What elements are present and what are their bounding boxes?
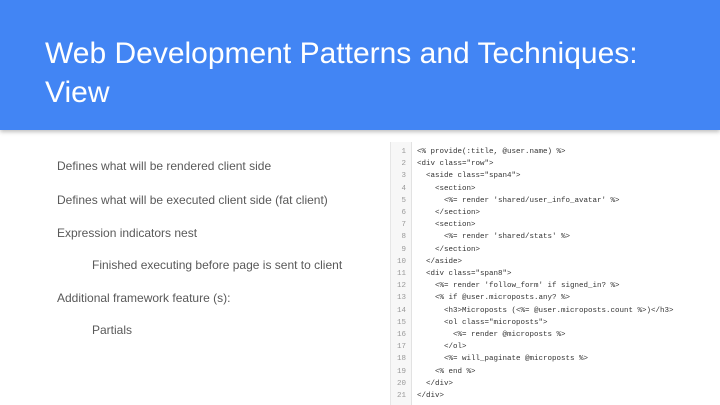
line-number: 17 <box>396 343 406 352</box>
code-line: 3 <aside class="span4"> <box>391 170 720 183</box>
code-line: 17 </ol> <box>391 341 720 354</box>
code-text: <%= render 'shared/user_info_avatar' %> <box>417 196 620 205</box>
line-number: 12 <box>396 282 406 291</box>
code-line: 2 <div class="row"> <box>391 158 720 171</box>
code-line: 4 <section> <box>391 183 720 196</box>
code-text: </aside> <box>417 257 463 266</box>
code-line: 20 </div> <box>391 378 720 391</box>
line-number: 11 <box>396 270 406 278</box>
code-screenshot: 1 <% provide(:title, @user.name) %> 2 <div … <box>390 142 720 405</box>
code-line: 5 <%= render 'shared/user_info_avatar' %… <box>391 195 720 208</box>
line-number: 21 <box>396 392 406 400</box>
code-line: 18 <%= will_paginate @microposts %> <box>391 353 720 366</box>
code-line: 1 <% provide(:title, @user.name) %> <box>391 146 720 159</box>
code-line: 15 <ol class="microposts"> <box>391 317 720 330</box>
line-number: 1 <box>401 148 406 156</box>
slide-title-line-2: View <box>45 76 110 109</box>
line-number: 6 <box>401 209 406 217</box>
line-number: 20 <box>396 379 406 388</box>
line-number: 15 <box>396 318 406 327</box>
line-number: 3 <box>401 172 406 181</box>
code-line: 13 <% if @user.microposts.any? %> <box>391 292 720 305</box>
bullet-item: Defines what will be executed client sid… <box>57 193 328 207</box>
line-number: 5 <box>401 196 406 205</box>
code-line: 16 <%= render @microposts %> <box>391 329 720 342</box>
code-text: </div> <box>417 392 445 400</box>
code-text: <% provide(:title, @user.name) %> <box>417 148 566 156</box>
line-number: 19 <box>396 367 406 376</box>
code-line: 12 <%= render 'follow_form' if signed_in… <box>391 280 720 293</box>
code-text: <ol class="microposts"> <box>417 318 548 327</box>
sub-bullet-item: Partials <box>92 323 133 337</box>
line-number: 9 <box>401 245 406 254</box>
code-line: 11 <div class="span8"> <box>391 268 720 281</box>
title-bar: Web Development Patterns and Techniques:… <box>0 0 720 130</box>
line-number: 2 <box>401 160 406 169</box>
line-number: 16 <box>396 331 406 339</box>
code-text: <div class="row"> <box>417 160 494 169</box>
bullet-item: Expression indicators nest <box>57 226 198 240</box>
code-text: <%= render @microposts %> <box>417 331 566 339</box>
line-number: 8 <box>401 233 406 242</box>
line-number: 4 <box>401 184 406 193</box>
code-line: 6 </section> <box>391 207 720 220</box>
code-line: 9 </section> <box>391 244 720 257</box>
bullet-item: Defines what will be rendered client sid… <box>57 159 272 173</box>
bullet-item: Additional framework feature (s): <box>57 291 231 305</box>
code-text: <% if @user.microposts.any? %> <box>417 294 571 303</box>
code-line: 7 <section> <box>391 219 720 232</box>
code-text: <aside class="span4"> <box>417 172 521 181</box>
code-line: 8 <%= render 'shared/stats' %> <box>391 231 720 244</box>
code-text: <section> <box>417 221 476 230</box>
code-text: </div> <box>417 379 454 388</box>
code-text: <%= render 'follow_form' if signed_in? %… <box>417 282 620 291</box>
line-number: 14 <box>396 306 406 315</box>
line-number: 7 <box>401 221 406 230</box>
line-number: 13 <box>396 294 406 303</box>
code-line: 19 <% end %> <box>391 366 720 379</box>
code-line: 21 </div> <box>391 390 720 403</box>
code-text: <%= render 'shared/stats' %> <box>417 233 571 242</box>
code-text: </section> <box>417 209 481 217</box>
code-text: <%= will_paginate @microposts %> <box>417 355 589 364</box>
code-text: <div class="span8"> <box>417 270 512 278</box>
code-line: 14 <h3>Microposts (<%= @user.microposts.… <box>391 305 720 318</box>
slide-title-line-1: Web Development Patterns and Techniques: <box>45 37 638 70</box>
sub-bullet-item: Finished executing before page is sent t… <box>92 258 343 272</box>
line-number: 18 <box>396 355 406 364</box>
code-text: </section> <box>417 245 481 254</box>
code-text: <section> <box>417 184 476 193</box>
code-line: 10 </aside> <box>391 256 720 269</box>
slide-title: Web Development Patterns and Techniques:… <box>45 34 705 112</box>
code-text: <% end %> <box>417 367 476 376</box>
code-text: </ol> <box>417 343 467 352</box>
line-number: 10 <box>396 257 406 266</box>
code-text: <h3>Microposts (<%= @user.microposts.cou… <box>417 306 674 315</box>
